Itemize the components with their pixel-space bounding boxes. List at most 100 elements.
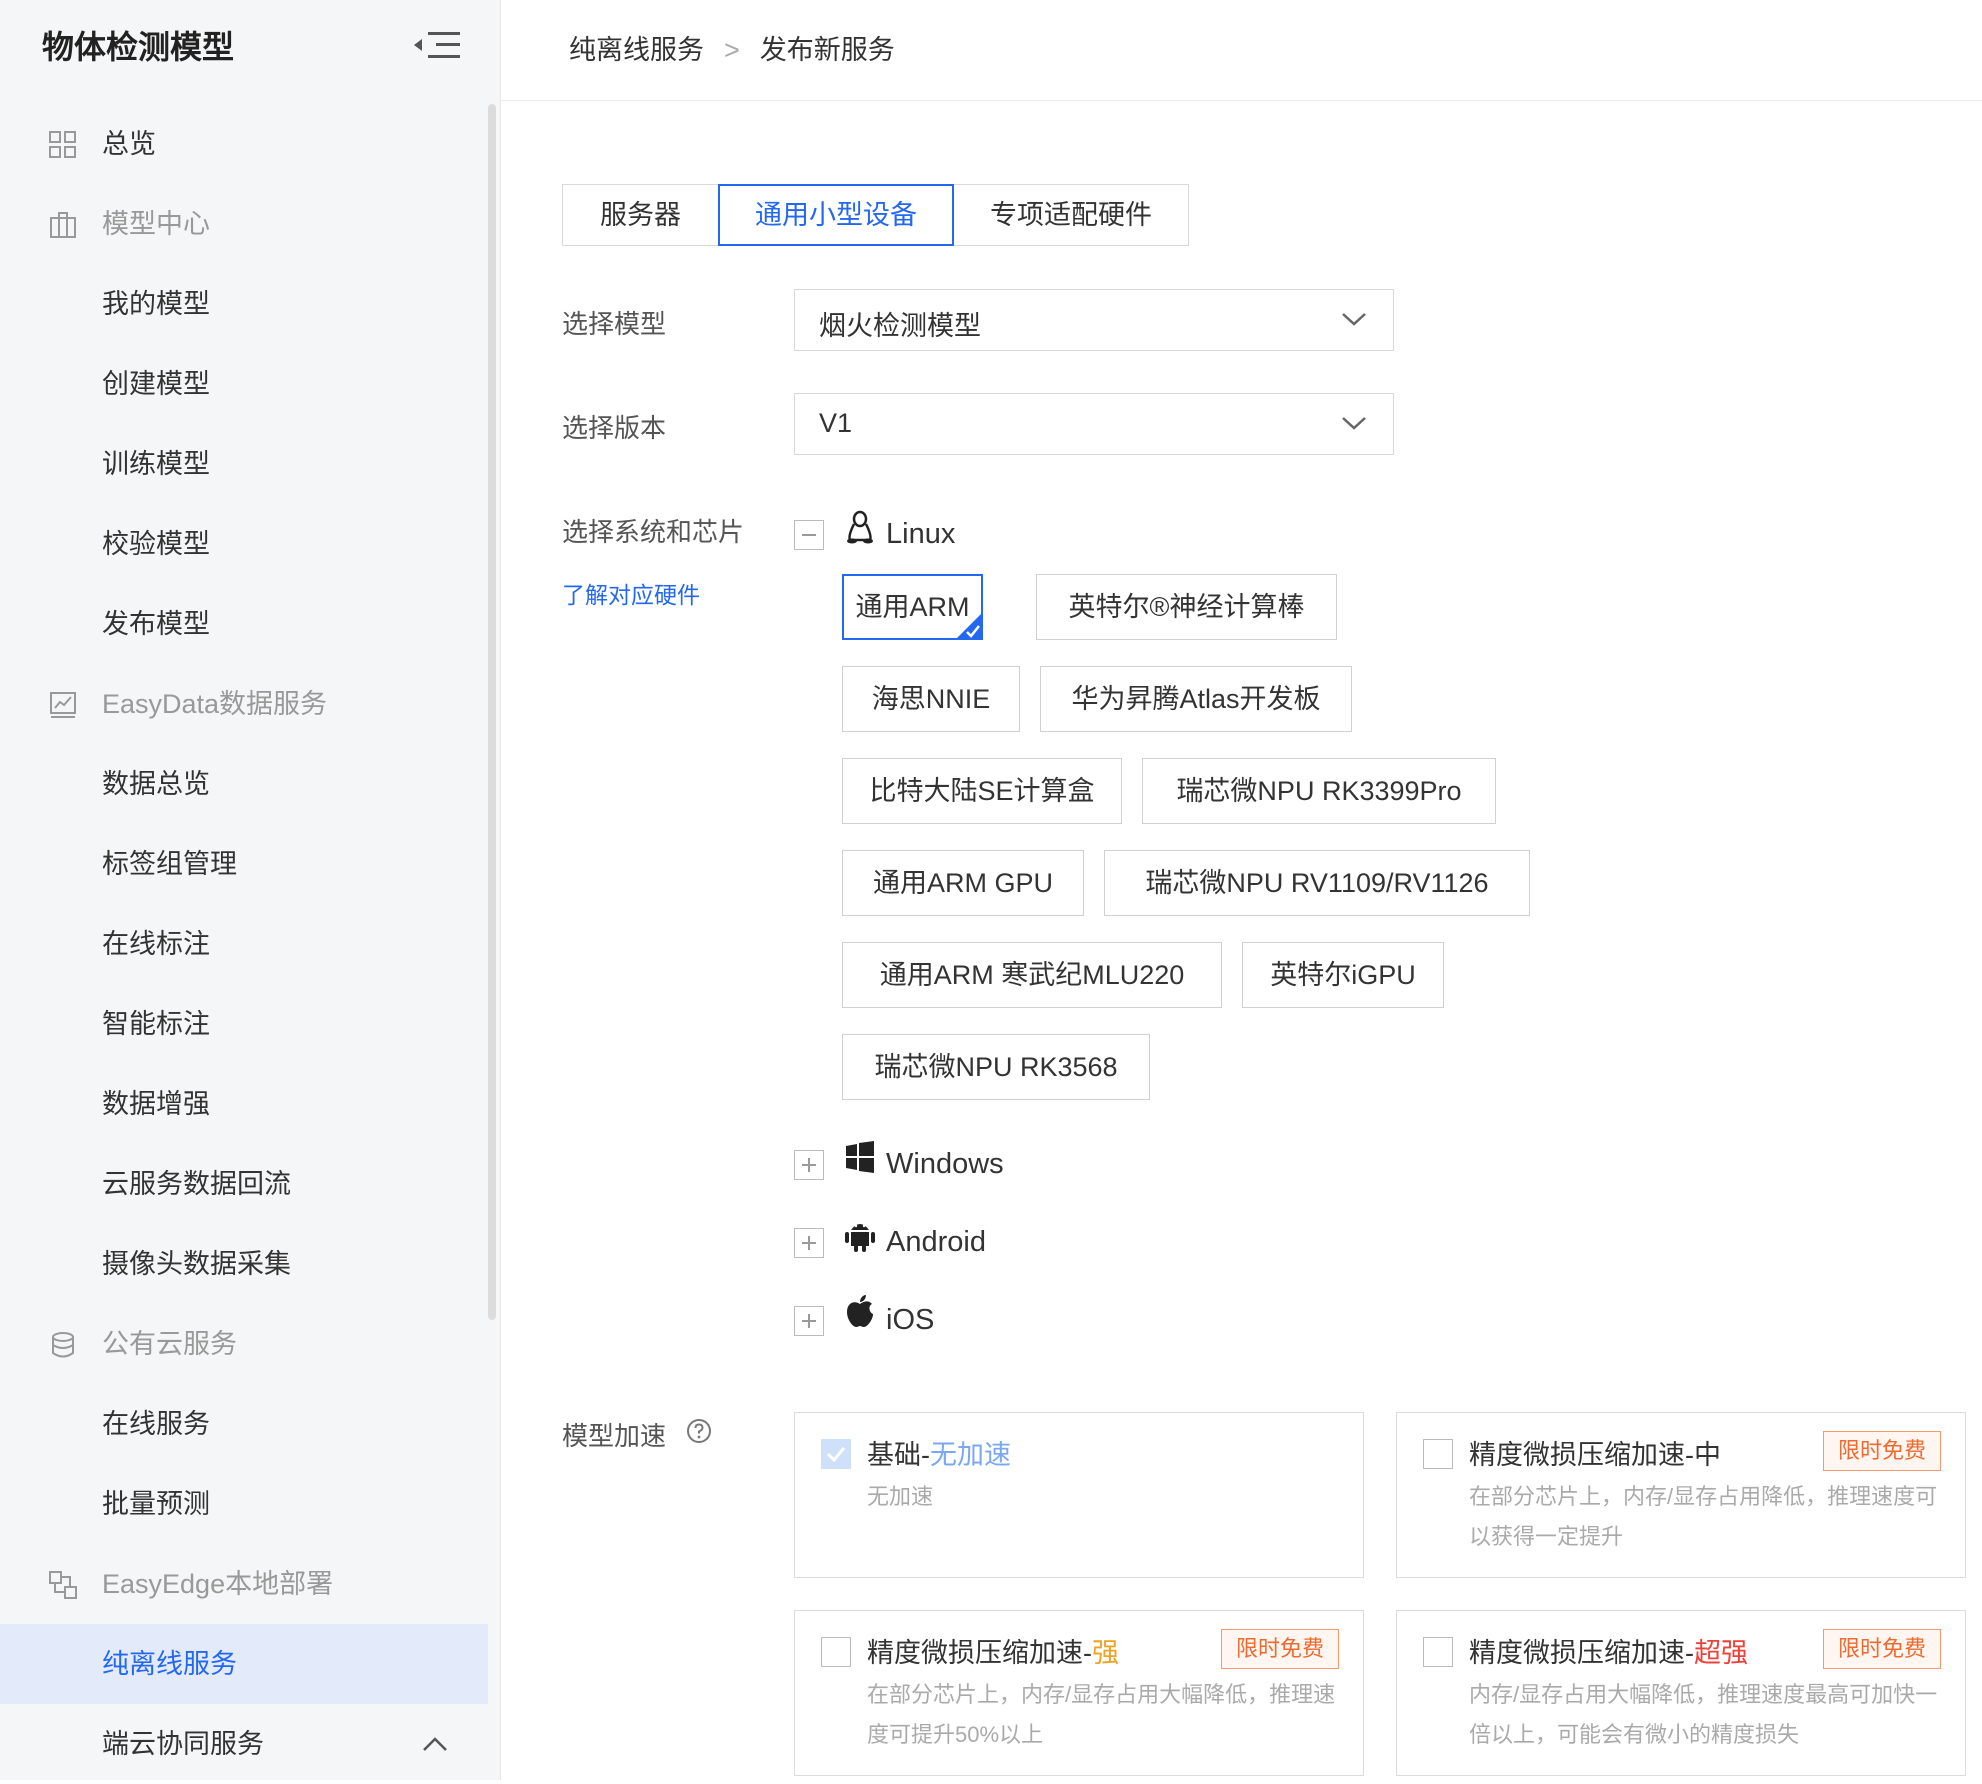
- chip-arm-gpu[interactable]: 通用ARM GPU: [842, 850, 1084, 916]
- chip-intel-ncs[interactable]: 英特尔®神经计算棒: [1036, 574, 1337, 640]
- windows-label[interactable]: Windows: [886, 1148, 1004, 1181]
- sidebar-item-data-augment[interactable]: 数据增强: [0, 1064, 488, 1144]
- accel-title-main: 精度微损压缩加速-: [1469, 1440, 1694, 1470]
- sidebar-item-label: 发布模型: [102, 609, 210, 639]
- chip-label: 通用ARM 寒武纪MLU220: [879, 960, 1185, 990]
- plus-icon: [802, 1158, 816, 1172]
- android-expand-toggle[interactable]: [794, 1228, 824, 1258]
- accel-card-basic[interactable]: 基础-无加速 无加速: [794, 1412, 1364, 1578]
- sidebar-item-label: 批量预测: [102, 1489, 210, 1519]
- sidebar-scrollbar[interactable]: [488, 104, 496, 1320]
- tab-special-hardware[interactable]: 专项适配硬件: [953, 184, 1189, 246]
- sidebar-item-label: 数据增强: [102, 1089, 210, 1119]
- model-center-icon: [50, 212, 76, 238]
- accel-basic-title: 基础-无加速: [867, 1433, 1011, 1472]
- hardware-info-link[interactable]: 了解对应硬件: [562, 576, 700, 610]
- chip-label: 瑞芯微NPU RV1109/RV1126: [1145, 868, 1489, 898]
- check-corner-icon: [956, 613, 982, 639]
- sidebar-item-online-labeling[interactable]: 在线标注: [0, 904, 488, 984]
- sidebar-item-camera-collect[interactable]: 摄像头数据采集: [0, 1224, 488, 1304]
- sidebar-item-label: 总览: [102, 129, 156, 159]
- accel-label: 模型加速: [562, 1421, 667, 1451]
- version-select[interactable]: V1: [794, 393, 1394, 455]
- chip-rk3568[interactable]: 瑞芯微NPU RK3568: [842, 1034, 1150, 1100]
- chip-label: 英特尔iGPU: [1270, 960, 1416, 990]
- system-chip-label: 选择系统和芯片: [562, 517, 745, 547]
- sidebar-item-easydata[interactable]: EasyData数据服务: [0, 664, 488, 744]
- chip-arm-mlu220[interactable]: 通用ARM 寒武纪MLU220: [842, 942, 1222, 1008]
- accel-super-checkbox[interactable]: [1423, 1637, 1453, 1667]
- chip-rv1109[interactable]: 瑞芯微NPU RV1109/RV1126: [1104, 850, 1530, 916]
- tab-small-device[interactable]: 通用小型设备: [718, 184, 954, 246]
- app-title: 物体检测模型: [42, 29, 235, 65]
- collapse-menu-icon[interactable]: [412, 28, 462, 62]
- chip-hisi-nnie[interactable]: 海思NNIE: [842, 666, 1020, 732]
- sidebar-item-batch-predict[interactable]: 批量预测: [0, 1464, 488, 1544]
- sidebar-item-overview[interactable]: 总览: [0, 104, 488, 184]
- chip-intel-igpu[interactable]: 英特尔iGPU: [1242, 942, 1444, 1008]
- chip-label: 通用ARM: [855, 592, 970, 622]
- check-icon: [826, 1447, 846, 1463]
- accel-title-highlight: 超强: [1694, 1638, 1748, 1668]
- sidebar-nav: 总览 模型中心 我的模型 创建模型 训练模型 校验模型 发布模型 EasyDat…: [0, 104, 488, 1784]
- chart-icon: [50, 692, 76, 718]
- breadcrumb-separator: >: [724, 35, 740, 65]
- accel-medium-checkbox[interactable]: [1423, 1439, 1453, 1469]
- accel-medium-title: 精度微损压缩加速-中: [1469, 1433, 1721, 1472]
- model-select[interactable]: 烟火检测模型: [794, 289, 1394, 351]
- chevron-up-icon[interactable]: [420, 1732, 450, 1756]
- free-badge: 限时免费: [1220, 1629, 1339, 1669]
- tab-server[interactable]: 服务器: [562, 184, 719, 246]
- android-label[interactable]: Android: [886, 1226, 986, 1259]
- accel-strong-checkbox[interactable]: [821, 1637, 851, 1667]
- chip-bitmain-se[interactable]: 比特大陆SE计算盒: [842, 758, 1122, 824]
- sidebar-item-edge-cloud-service[interactable]: 端云协同服务: [0, 1704, 488, 1784]
- chip-huawei-atlas[interactable]: 华为昇腾Atlas开发板: [1040, 666, 1352, 732]
- chevron-down-icon: [1342, 417, 1366, 430]
- windows-expand-toggle[interactable]: [794, 1150, 824, 1180]
- sidebar-item-label-groups[interactable]: 标签组管理: [0, 824, 488, 904]
- chip-label: 瑞芯微NPU RK3399Pro: [1176, 776, 1462, 806]
- sidebar-item-data-overview[interactable]: 数据总览: [0, 744, 488, 824]
- version-label: 选择版本: [562, 413, 667, 443]
- sidebar-item-easyedge[interactable]: EasyEdge本地部署: [0, 1544, 488, 1624]
- breadcrumb-parent[interactable]: 纯离线服务: [569, 35, 704, 65]
- help-icon[interactable]: [686, 1418, 712, 1444]
- accel-strong-desc: 在部分芯片上，内存/显存占用大幅降低，推理速度可提升50%以上: [867, 1682, 1336, 1747]
- edge-icon: [49, 1571, 77, 1599]
- sidebar-item-online-service[interactable]: 在线服务: [0, 1384, 488, 1464]
- chip-label: 海思NNIE: [871, 684, 991, 714]
- breadcrumb-current: 发布新服务: [759, 35, 895, 65]
- linux-collapse-toggle[interactable]: [794, 520, 824, 550]
- minus-icon: [802, 534, 816, 536]
- sidebar-item-train-model[interactable]: 训练模型: [0, 424, 488, 504]
- accel-title-highlight: 强: [1092, 1638, 1119, 1668]
- chip-rk3399pro[interactable]: 瑞芯微NPU RK3399Pro: [1142, 758, 1496, 824]
- sidebar-item-public-cloud[interactable]: 公有云服务: [0, 1304, 488, 1384]
- chip-label: 瑞芯微NPU RK3568: [874, 1052, 1118, 1082]
- sidebar-item-smart-labeling[interactable]: 智能标注: [0, 984, 488, 1064]
- accel-card-super[interactable]: 精度微损压缩加速-超强 限时免费 内存/显存占用大幅降低，推理速度最高可加快一倍…: [1396, 1610, 1966, 1776]
- linux-label[interactable]: Linux: [886, 518, 955, 551]
- apple-icon: [847, 1295, 873, 1327]
- accel-super-title: 精度微损压缩加速-超强: [1469, 1631, 1748, 1670]
- sidebar-item-validate-model[interactable]: 校验模型: [0, 504, 488, 584]
- accel-card-medium[interactable]: 精度微损压缩加速-中 限时免费 在部分芯片上，内存/显存占用降低，推理速度可以获…: [1396, 1412, 1966, 1578]
- sidebar-item-create-model[interactable]: 创建模型: [0, 344, 488, 424]
- accel-strong-title: 精度微损压缩加速-强: [867, 1631, 1119, 1670]
- sidebar-item-label: 创建模型: [102, 369, 210, 399]
- sidebar-item-offline-service[interactable]: 纯离线服务: [0, 1624, 488, 1704]
- sidebar-item-publish-model[interactable]: 发布模型: [0, 584, 488, 664]
- device-tabs: 服务器 通用小型设备 专项适配硬件: [562, 184, 1189, 246]
- chip-label: 英特尔®神经计算棒: [1068, 592, 1305, 622]
- sidebar-item-cloud-data-return[interactable]: 云服务数据回流: [0, 1144, 488, 1224]
- sidebar-item-my-models[interactable]: 我的模型: [0, 264, 488, 344]
- accel-basic-checkbox[interactable]: [821, 1439, 851, 1469]
- ios-expand-toggle[interactable]: [794, 1306, 824, 1336]
- windows-icon: [846, 1141, 874, 1173]
- sidebar-item-model-center[interactable]: 模型中心: [0, 184, 488, 264]
- chip-generic-arm[interactable]: 通用ARM: [842, 574, 983, 640]
- sidebar-header: 物体检测模型: [0, 0, 500, 90]
- ios-label[interactable]: iOS: [886, 1304, 934, 1337]
- accel-card-strong[interactable]: 精度微损压缩加速-强 限时免费 在部分芯片上，内存/显存占用大幅降低，推理速度可…: [794, 1610, 1364, 1776]
